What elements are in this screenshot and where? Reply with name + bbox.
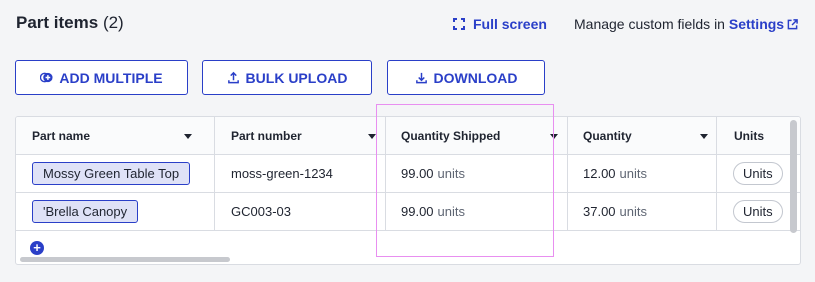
table-row: Mossy Green Table Top moss-green-1234 99… bbox=[16, 155, 800, 193]
add-multiple-label: ADD MULTIPLE bbox=[59, 69, 163, 86]
download-label: DOWNLOAD bbox=[433, 69, 518, 86]
add-multiple-button[interactable]: ADD MULTIPLE bbox=[15, 60, 188, 95]
caret-down-icon[interactable] bbox=[184, 134, 192, 139]
plus-circle-icon[interactable]: + bbox=[30, 241, 44, 255]
bulk-upload-button[interactable]: BULK UPLOAD bbox=[202, 60, 372, 95]
part-name-chip[interactable]: Mossy Green Table Top bbox=[32, 162, 191, 185]
table-header-row: Part name Part number Quantity Shipped Q… bbox=[16, 117, 800, 155]
add-multiple-icon bbox=[40, 72, 53, 83]
page-title: Part items (2) bbox=[16, 13, 124, 33]
vertical-scrollbar[interactable] bbox=[790, 120, 797, 233]
units-select[interactable]: Units bbox=[733, 200, 783, 223]
manage-text: Manage custom fields in bbox=[574, 16, 725, 32]
external-link-icon bbox=[787, 19, 798, 30]
horizontal-scrollbar[interactable] bbox=[20, 257, 230, 262]
part-number-cell: GC003-03 bbox=[215, 193, 386, 230]
caret-down-icon[interactable] bbox=[550, 134, 558, 139]
part-name-cell[interactable]: Mossy Green Table Top bbox=[16, 155, 215, 192]
settings-link[interactable]: Settings bbox=[729, 16, 798, 32]
item-count: (2) bbox=[102, 13, 124, 32]
page-title-text: Part items bbox=[16, 13, 99, 32]
quantity-cell[interactable]: 12.00 units bbox=[568, 155, 717, 192]
column-header-part-name[interactable]: Part name bbox=[16, 117, 215, 154]
units-cell: Units bbox=[717, 155, 800, 192]
download-button[interactable]: DOWNLOAD bbox=[387, 60, 545, 95]
part-items-table: Part name Part number Quantity Shipped Q… bbox=[15, 116, 801, 265]
caret-down-icon[interactable] bbox=[368, 134, 376, 139]
table-row: 'Brella Canopy GC003-03 99.00 units 37.00… bbox=[16, 193, 800, 231]
quantity-shipped-cell[interactable]: 99.00 units bbox=[386, 193, 568, 230]
quantity-cell[interactable]: 37.00 units bbox=[568, 193, 717, 230]
column-header-units[interactable]: Units bbox=[717, 117, 800, 154]
column-header-quantity-shipped[interactable]: Quantity Shipped bbox=[386, 117, 568, 154]
units-select[interactable]: Units bbox=[733, 162, 783, 185]
manage-custom-fields: Manage custom fields in Settings bbox=[574, 16, 798, 32]
quantity-shipped-cell[interactable]: 99.00 units bbox=[386, 155, 568, 192]
units-cell: Units bbox=[717, 193, 800, 230]
column-header-quantity[interactable]: Quantity bbox=[568, 117, 717, 154]
fullscreen-label: Full screen bbox=[473, 16, 547, 32]
part-name-cell[interactable]: 'Brella Canopy bbox=[16, 193, 215, 230]
download-icon bbox=[415, 72, 427, 84]
part-name-chip[interactable]: 'Brella Canopy bbox=[32, 200, 139, 223]
caret-down-icon[interactable] bbox=[700, 134, 708, 139]
column-header-part-number[interactable]: Part number bbox=[215, 117, 386, 154]
fullscreen-button[interactable]: Full screen bbox=[453, 16, 547, 32]
expand-icon bbox=[453, 18, 465, 30]
part-number-cell: moss-green-1234 bbox=[215, 155, 386, 192]
upload-icon bbox=[227, 71, 239, 84]
bulk-upload-label: BULK UPLOAD bbox=[245, 69, 348, 86]
